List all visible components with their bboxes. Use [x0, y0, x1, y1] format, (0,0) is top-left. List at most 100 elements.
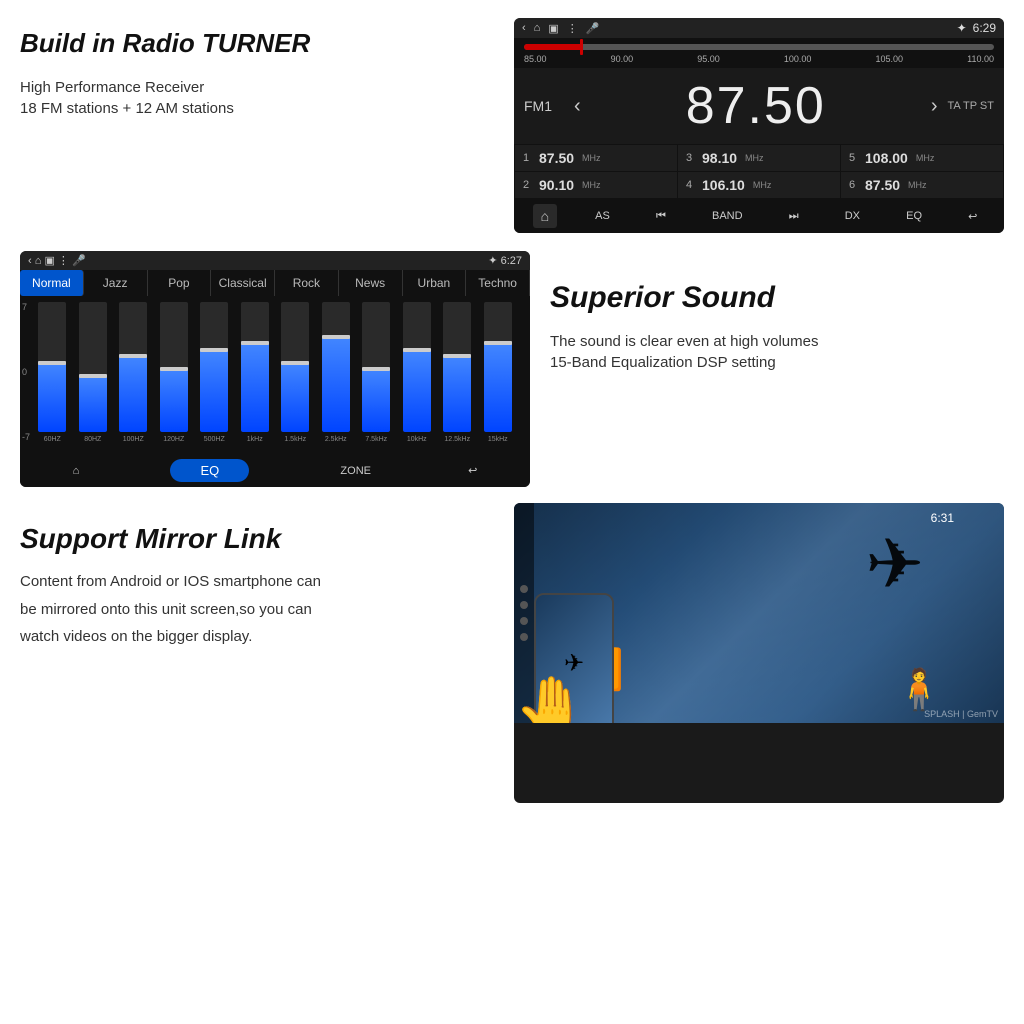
eq-tab-normal[interactable]: Normal	[20, 270, 84, 296]
radio-turner-info: Build in Radio TURNER High Performance R…	[20, 18, 494, 233]
preset-2[interactable]: 2 90.10 MHz	[515, 172, 677, 198]
eq-home-icon[interactable]: ⌂	[35, 255, 42, 267]
eq-bar-col-10[interactable]: 12.5kHz	[443, 302, 471, 452]
superior-sound-desc1: The sound is clear even at high volumes	[550, 333, 1004, 350]
radio-prev-button[interactable]: ⏮	[648, 206, 674, 227]
radio-time: 6:29	[973, 21, 996, 35]
preset-4[interactable]: 4 106.10 MHz	[678, 172, 840, 198]
mirror-link-info: Support Mirror Link Content from Android…	[20, 503, 494, 803]
eq-time: 6:27	[501, 255, 522, 267]
top-section: Build in Radio TURNER High Performance R…	[0, 0, 1024, 243]
eq-bar-thumb-5	[241, 341, 269, 345]
eq-eq-button[interactable]: EQ	[170, 459, 249, 482]
radio-as-button[interactable]: AS	[587, 206, 618, 226]
eq-bar-col-1[interactable]: 80HZ	[79, 302, 107, 452]
eq-nav-icons: ‹ ⌂ ▣ ⋮ 🎤	[28, 254, 86, 267]
eq-bar-track-1	[79, 302, 107, 432]
eq-tab-techno[interactable]: Techno	[466, 270, 530, 296]
preset-6[interactable]: 6 87.50 MHz	[841, 172, 1003, 198]
eq-tab-rock[interactable]: Rock	[275, 270, 339, 296]
eq-bar-track-8	[362, 302, 390, 432]
eq-bar-col-6[interactable]: 1.5kHz	[281, 302, 309, 452]
eq-bar-col-7[interactable]: 2.5kHz	[322, 302, 350, 452]
eq-bar-track-7	[322, 302, 350, 432]
eq-back-button[interactable]: ↩	[462, 460, 483, 481]
radio-eq-button[interactable]: EQ	[898, 206, 930, 226]
mirror-hand-icon: 🤚	[514, 672, 589, 723]
radio-home-button[interactable]: ⌂	[533, 204, 557, 228]
mic-icon: 🎤	[586, 22, 600, 35]
preset-1[interactable]: 1 87.50 MHz	[515, 145, 677, 171]
eq-tab-classical[interactable]: Classical	[211, 270, 275, 296]
preset-num-5: 5	[849, 152, 859, 164]
eq-bar-track-2	[119, 302, 147, 432]
eq-tab-pop[interactable]: Pop	[148, 270, 212, 296]
radio-ui-panel: ‹ ⌂ ▣ ⋮ 🎤 ✦ 6:29 85.00	[514, 18, 1004, 233]
freq-slider-fill	[524, 44, 580, 50]
eq-bar-thumb-4	[200, 348, 228, 352]
mirror-link-desc2: be mirrored onto this unit screen,so you…	[20, 599, 494, 622]
freq-left-arrow[interactable]: ‹	[564, 95, 591, 118]
eq-bar-label-11: 15kHz	[488, 436, 508, 443]
radio-band: FM1	[524, 98, 564, 114]
eq-bar-col-11[interactable]: 15kHz	[484, 302, 512, 452]
eq-home-button[interactable]: ⌂	[67, 461, 86, 481]
eq-mic-icon: 🎤	[72, 255, 86, 267]
preset-freq-2: 90.10	[539, 177, 574, 193]
preset-freq-6: 87.50	[865, 177, 900, 193]
radio-band-button[interactable]: BAND	[704, 206, 751, 226]
eq-ui-panel: ‹ ⌂ ▣ ⋮ 🎤 ✦ 6:27 Normal Jazz Pop Classic…	[20, 251, 530, 487]
eq-bar-fill-5	[241, 341, 269, 432]
eq-bar-fill-4	[200, 348, 228, 433]
eq-bar-fill-3	[160, 367, 188, 432]
mirror-plane-icon: ✈	[865, 523, 924, 605]
eq-bar-col-4[interactable]: 500HZ	[200, 302, 228, 452]
eq-zone-button[interactable]: ZONE	[334, 461, 377, 481]
eq-bar-label-1: 80HZ	[84, 436, 101, 443]
mirror-time: 6:31	[931, 511, 954, 525]
superior-sound-desc2: 15-Band Equalization DSP setting	[550, 354, 1004, 371]
radio-screen: ‹ ⌂ ▣ ⋮ 🎤 ✦ 6:29 85.00	[514, 18, 1004, 233]
preset-3[interactable]: 3 98.10 MHz	[678, 145, 840, 171]
eq-bar-col-9[interactable]: 10kHz	[403, 302, 431, 452]
radio-ta-tp-st: TA TP ST	[948, 100, 994, 112]
freq-right-arrow[interactable]: ›	[921, 95, 948, 118]
eq-window-icon[interactable]: ▣	[44, 255, 54, 267]
preset-freq-5: 108.00	[865, 150, 908, 166]
radio-freq-bar[interactable]: 85.00 90.00 95.00 100.00 105.00 110.00	[514, 38, 1004, 68]
eq-bar-track-11	[484, 302, 512, 432]
eq-bar-thumb-9	[403, 348, 431, 352]
eq-bar-label-4: 500HZ	[204, 436, 225, 443]
eq-tab-urban[interactable]: Urban	[403, 270, 467, 296]
eq-bar-fill-11	[484, 341, 512, 432]
back-icon[interactable]: ‹	[522, 22, 526, 34]
radio-turner-title: Build in Radio TURNER	[20, 28, 494, 59]
radio-back-button[interactable]: ↩	[960, 206, 985, 227]
radio-desc2: 18 FM stations + 12 AM stations	[20, 100, 494, 117]
mirror-link-desc1: Content from Android or IOS smartphone c…	[20, 571, 494, 594]
eq-bar-col-0[interactable]: 60HZ	[38, 302, 66, 452]
eq-bar-track-10	[443, 302, 471, 432]
eq-bar-col-3[interactable]: 120HZ	[160, 302, 188, 452]
eq-bar-thumb-3	[160, 367, 188, 371]
eq-menu-icon[interactable]: ⋮	[58, 255, 69, 267]
eq-bar-col-2[interactable]: 100HZ	[119, 302, 147, 452]
radio-dx-button[interactable]: DX	[837, 206, 868, 226]
eq-bar-col-5[interactable]: 1kHz	[241, 302, 269, 452]
menu-icon[interactable]: ⋮	[567, 22, 578, 35]
radio-statusbar: ‹ ⌂ ▣ ⋮ 🎤 ✦ 6:29	[514, 18, 1004, 38]
window-icon[interactable]: ▣	[548, 22, 558, 35]
eq-bar-fill-0	[38, 361, 66, 433]
radio-controls: ⌂ AS ⏮ BAND ⏭ DX EQ ↩	[514, 199, 1004, 233]
eq-back-icon[interactable]: ‹	[28, 255, 32, 267]
home-icon[interactable]: ⌂	[534, 22, 541, 34]
preset-5[interactable]: 5 108.00 MHz	[841, 145, 1003, 171]
eq-bar-col-8[interactable]: 7.5kHz	[362, 302, 390, 452]
eq-bars-container: 60HZ 80HZ 100HZ 120HZ 500HZ 1kHz 1.5kHz 2.5kHz 7…	[24, 302, 526, 452]
eq-tab-jazz[interactable]: Jazz	[84, 270, 148, 296]
radio-next-button[interactable]: ⏭	[781, 206, 807, 227]
eq-tab-news[interactable]: News	[339, 270, 403, 296]
eq-bar-label-5: 1kHz	[247, 436, 263, 443]
eq-bars-area: 7 0 -7 60HZ80HZ100HZ120HZ500HZ1kHz1.5kHz…	[20, 296, 530, 454]
radio-desc1: High Performance Receiver	[20, 79, 494, 96]
